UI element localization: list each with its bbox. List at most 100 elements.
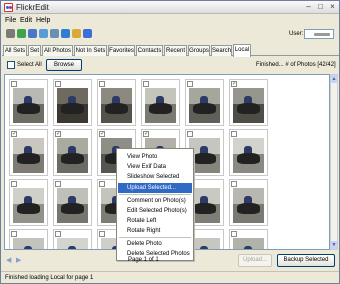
photo-thumbnail[interactable] xyxy=(53,79,92,126)
window-title: FlickrEdit xyxy=(16,3,49,12)
photo-checkbox-checked[interactable]: ✓ xyxy=(231,81,237,87)
status-message: Finished loading Local for page 1 xyxy=(5,275,94,281)
photo-checkbox-checked[interactable]: ✓ xyxy=(11,131,17,137)
select-all-label[interactable]: Select All xyxy=(17,61,42,69)
photo-checkbox-checked[interactable]: ✓ xyxy=(143,131,149,137)
menu-edit[interactable]: Edit xyxy=(20,16,32,25)
photo-checkbox[interactable] xyxy=(99,181,105,187)
motorcycle-figure xyxy=(61,153,84,164)
folder-icon[interactable] xyxy=(72,29,81,38)
download-icon[interactable] xyxy=(61,29,70,38)
motorcycle-figure xyxy=(193,103,216,114)
ctx-edit-selected[interactable]: Edit Selected Photo(s) xyxy=(118,206,192,216)
ctx-view-exif[interactable]: View Exif Data xyxy=(118,162,192,172)
tab-local[interactable]: Local xyxy=(233,44,251,57)
scroll-up-icon[interactable]: ▲ xyxy=(331,75,337,83)
photo-checkbox[interactable] xyxy=(11,181,17,187)
photo-thumbnail[interactable] xyxy=(141,79,180,126)
tab-favorites[interactable]: Favorites xyxy=(108,45,135,56)
status-bar: Finished loading Local for page 1 xyxy=(1,271,339,283)
user-field[interactable] xyxy=(304,29,334,39)
help-icon[interactable] xyxy=(83,29,92,38)
arrow-left-icon[interactable]: ◀ xyxy=(6,257,11,265)
photo-thumbnail[interactable] xyxy=(53,229,92,249)
photo-thumbnail[interactable] xyxy=(97,79,136,126)
menu-file[interactable]: File xyxy=(5,16,16,25)
photo-checkbox[interactable] xyxy=(231,131,237,137)
ctx-delete-photo[interactable]: Delete Photo xyxy=(118,239,192,249)
connect-icon[interactable] xyxy=(6,29,15,38)
photo-checkbox[interactable] xyxy=(187,131,193,137)
ctx-view-photo[interactable]: View Photo xyxy=(118,152,192,162)
photo-checkbox[interactable] xyxy=(55,231,61,237)
tab-set[interactable]: Set xyxy=(28,45,41,56)
rider-figure xyxy=(200,246,208,249)
rider-figure xyxy=(24,246,32,249)
photo-checkbox[interactable] xyxy=(143,81,149,87)
tab-all-photos[interactable]: All Photos xyxy=(42,45,73,56)
tab-search[interactable]: Search xyxy=(211,45,232,56)
motorcycle-figure xyxy=(105,103,128,114)
browse-button[interactable]: Browse xyxy=(46,59,82,71)
photo-checkbox[interactable] xyxy=(99,81,105,87)
upload-button[interactable]: Upload... xyxy=(238,254,272,267)
motorcycle-figure xyxy=(149,103,172,114)
photo-thumbnail[interactable] xyxy=(9,179,48,226)
search-icon[interactable] xyxy=(28,29,37,38)
photo-thumbnail[interactable] xyxy=(229,229,268,249)
tab-not-in-sets[interactable]: Not In Sets xyxy=(74,45,107,56)
flickr-app-icon xyxy=(4,3,13,12)
maximize-icon[interactable]: □ xyxy=(315,2,326,12)
photo-thumbnail[interactable] xyxy=(229,179,268,226)
ctx-comment[interactable]: Comment on Photo(s) xyxy=(118,196,192,206)
ctx-rotate-left[interactable]: Rotate Left xyxy=(118,216,192,226)
menu-help[interactable]: Help xyxy=(36,16,50,25)
minimize-icon[interactable]: – xyxy=(303,2,314,12)
photo-checkbox[interactable] xyxy=(231,231,237,237)
tab-contacts[interactable]: Contacts xyxy=(136,45,163,56)
title-bar[interactable]: FlickrEdit – □ × xyxy=(1,1,339,14)
photo-thumbnail[interactable] xyxy=(185,79,224,126)
photo-image xyxy=(233,88,264,123)
photo-thumbnail[interactable] xyxy=(53,179,92,226)
photo-checkbox[interactable] xyxy=(99,231,105,237)
photo-checkbox[interactable] xyxy=(55,81,61,87)
select-all-checkbox[interactable] xyxy=(7,61,15,69)
image-icon[interactable] xyxy=(50,29,59,38)
photo-checkbox[interactable] xyxy=(11,81,17,87)
photo-checkbox[interactable] xyxy=(231,181,237,187)
photo-checkbox-checked[interactable]: ✓ xyxy=(99,131,105,137)
page-info: Page 1 of 1 xyxy=(128,257,159,263)
motorcycle-figure xyxy=(237,203,260,214)
ctx-rotate-right[interactable]: Rotate Right xyxy=(118,226,192,236)
photo-thumbnail[interactable] xyxy=(9,229,48,249)
photo-thumbnail[interactable] xyxy=(229,129,268,176)
photo-checkbox-checked[interactable]: ✓ xyxy=(55,131,61,137)
motorcycle-figure xyxy=(193,203,216,214)
rider-figure xyxy=(68,246,76,249)
refresh-icon[interactable] xyxy=(17,29,26,38)
tab-groups[interactable]: Groups xyxy=(188,45,210,56)
photo-thumbnail[interactable]: ✓ xyxy=(53,129,92,176)
load-status: Finished... # of Photos [42/42] xyxy=(256,62,336,68)
upload-icon[interactable] xyxy=(39,29,48,38)
motorcycle-figure xyxy=(237,103,260,114)
vertical-scrollbar[interactable]: ▲ ▼ xyxy=(330,74,338,250)
close-icon[interactable]: × xyxy=(327,2,338,12)
motorcycle-figure xyxy=(17,153,40,164)
photo-checkbox[interactable] xyxy=(55,181,61,187)
photo-checkbox[interactable] xyxy=(187,81,193,87)
photo-thumbnail[interactable] xyxy=(9,79,48,126)
photo-thumbnail[interactable]: ✓ xyxy=(9,129,48,176)
ctx-slideshow[interactable]: Slideshow Selected xyxy=(118,172,192,182)
photo-image xyxy=(57,238,88,249)
arrow-right-icon[interactable]: ▶ xyxy=(16,257,21,265)
tab-all-sets[interactable]: All Sets xyxy=(3,45,27,56)
photo-checkbox[interactable] xyxy=(11,231,17,237)
ctx-upload-selected[interactable]: Upload Selected... xyxy=(118,183,192,193)
backup-selected-button[interactable]: Backup Selected xyxy=(277,254,335,267)
photo-image xyxy=(57,88,88,123)
photo-thumbnail[interactable]: ✓ xyxy=(229,79,268,126)
tab-recent[interactable]: Recent xyxy=(164,45,187,56)
scroll-down-icon[interactable]: ▼ xyxy=(331,241,337,249)
